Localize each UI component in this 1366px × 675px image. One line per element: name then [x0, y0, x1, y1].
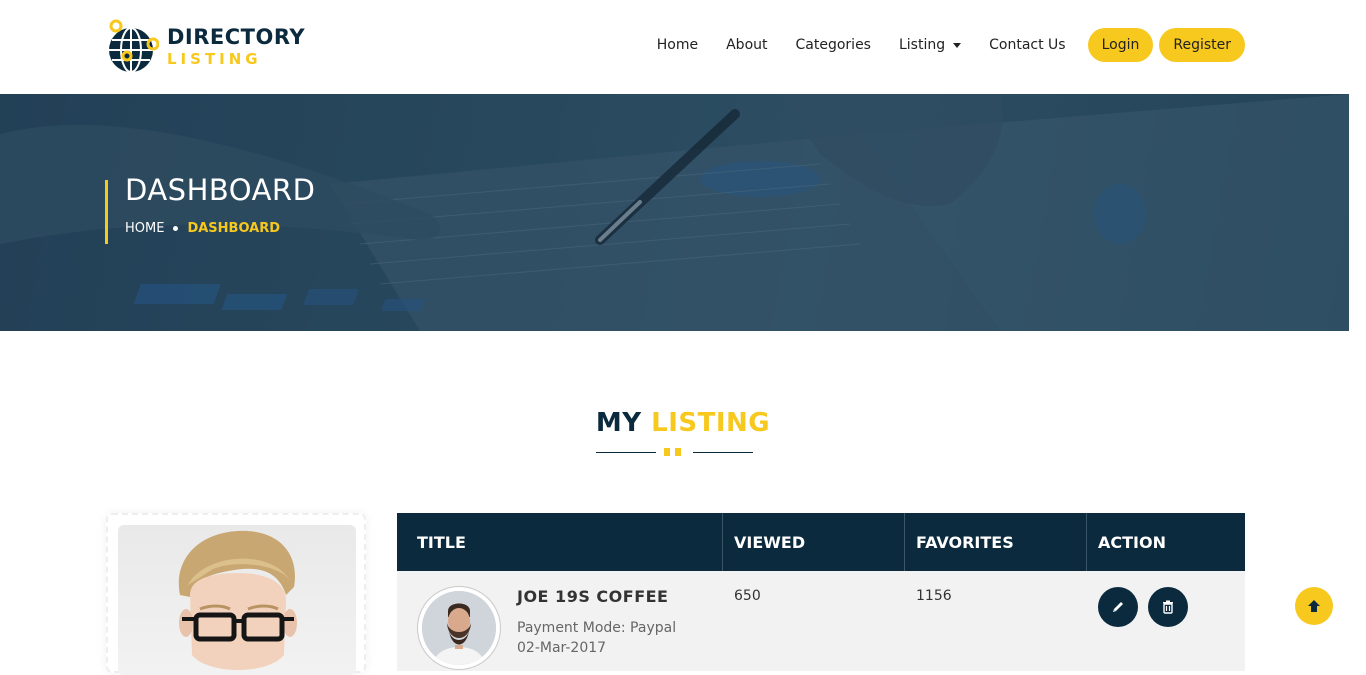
- brand-name-top: DIRECTORY: [167, 25, 306, 49]
- brand-name-bottom: LISTING: [167, 50, 262, 68]
- pencil-icon: [1113, 602, 1123, 612]
- listing-name[interactable]: JOE 19S COFFEE: [517, 587, 668, 606]
- nav-listing[interactable]: Listing: [898, 37, 962, 53]
- table-header: TITLE VIEWED FAVORITES ACTION: [397, 513, 1245, 571]
- page-banner: DASHBOARD HOME DASHBOARD: [0, 94, 1349, 331]
- nav-about[interactable]: About: [726, 37, 767, 53]
- main-nav: Home About Categories Listing Contact Us…: [657, 28, 1245, 62]
- profile-photo: [118, 525, 356, 675]
- section-title: MY LISTING: [0, 408, 1366, 438]
- listing-table: TITLE VIEWED FAVORITES ACTION JOE 19S CO…: [397, 513, 1245, 671]
- login-button[interactable]: Login: [1087, 28, 1154, 62]
- edit-button[interactable]: [1098, 587, 1138, 627]
- arrow-up-icon: [1308, 600, 1320, 612]
- caret-down-icon: [953, 42, 962, 48]
- register-button[interactable]: Register: [1159, 28, 1245, 62]
- listing-meta: Payment Mode: Paypal 02-Mar-2017: [517, 618, 676, 658]
- nav-categories[interactable]: Categories: [796, 37, 871, 53]
- breadcrumb-separator: [173, 226, 179, 231]
- globe-icon: [107, 18, 160, 76]
- page-title: DASHBOARD: [125, 173, 316, 207]
- title-underline: [596, 448, 753, 458]
- breadcrumb-home[interactable]: HOME: [125, 221, 164, 236]
- section-title-dark: MY: [595, 408, 642, 438]
- section-title-yellow: LISTING: [651, 408, 771, 438]
- site-header: DIRECTORY LISTING Home About Categories …: [0, 0, 1366, 94]
- listing-favorites-count: 1156: [916, 588, 952, 604]
- site-logo[interactable]: DIRECTORY LISTING: [107, 18, 307, 76]
- trash-icon: [1163, 600, 1173, 614]
- nav-listing-label: Listing: [898, 37, 946, 53]
- listing-actions: [1087, 571, 1245, 671]
- breadcrumb: HOME DASHBOARD: [125, 221, 315, 236]
- nav-contact[interactable]: Contact Us: [989, 37, 1065, 53]
- breadcrumb-current: DASHBOARD: [187, 221, 281, 236]
- listing-payment-mode: Payment Mode: Paypal: [517, 620, 677, 636]
- banner-title-block: DASHBOARD HOME DASHBOARD: [105, 176, 315, 244]
- table-row: JOE 19S COFFEE Payment Mode: Paypal 02-M…: [397, 571, 1245, 671]
- scroll-to-top-button[interactable]: [1295, 587, 1333, 625]
- delete-button[interactable]: [1148, 587, 1188, 627]
- column-header-favorites: FAVORITES: [905, 513, 1087, 571]
- column-header-action: ACTION: [1098, 532, 1166, 552]
- profile-card: [106, 513, 366, 675]
- listing-avatar: [417, 586, 501, 670]
- listing-viewed-count: 650: [734, 588, 761, 604]
- column-header-viewed: VIEWED: [723, 513, 905, 571]
- listing-title-cell: JOE 19S COFFEE Payment Mode: Paypal 02-M…: [397, 571, 723, 671]
- nav-home[interactable]: Home: [657, 37, 698, 53]
- listing-date: 02-Mar-2017: [517, 640, 607, 656]
- column-header-title: TITLE: [397, 513, 723, 571]
